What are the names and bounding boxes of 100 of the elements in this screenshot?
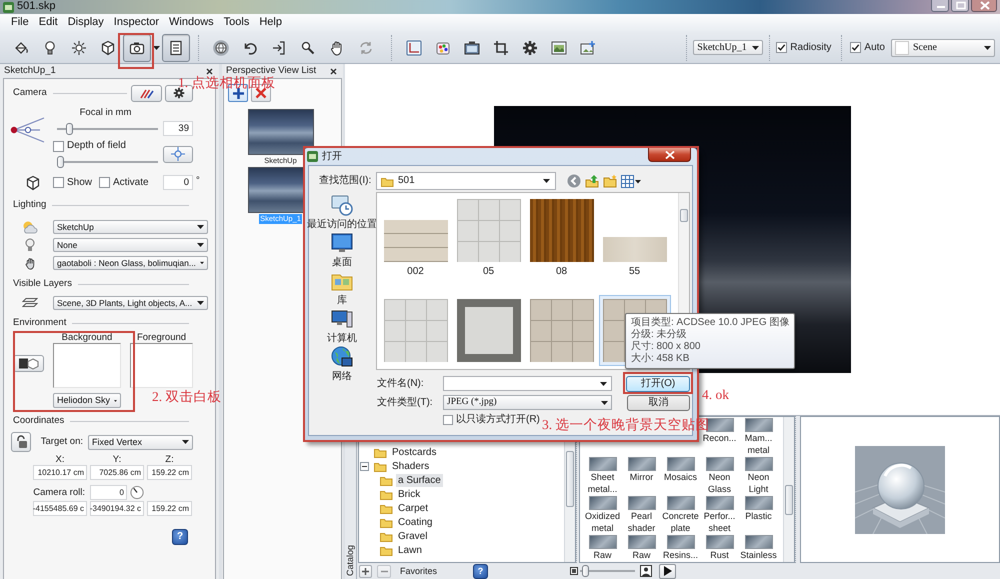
camera-button[interactable]	[123, 34, 151, 62]
close-button[interactable]	[205, 66, 214, 76]
close-button[interactable]	[971, 0, 997, 12]
read-only-checkbox[interactable]	[443, 414, 453, 424]
material-thumbnail[interactable]	[588, 457, 616, 471]
material-thumbnail[interactable]	[744, 418, 772, 432]
roll-field[interactable]: 0	[90, 485, 127, 500]
catalog-tab[interactable]: Catalog	[345, 544, 356, 576]
lighting-dropdown[interactable]: None	[53, 238, 208, 252]
focal-field[interactable]: 39	[163, 121, 193, 136]
tree-item[interactable]: a Surface	[396, 474, 443, 486]
tree-item[interactable]: Postcards	[390, 446, 438, 458]
color-strokes-button[interactable]	[131, 84, 162, 102]
menu-item[interactable]: Edit	[34, 15, 62, 31]
coordinate-field[interactable]: 7025.86 cm	[90, 465, 144, 480]
tree-item[interactable]: Lawn	[396, 544, 424, 556]
material-thumbnail[interactable]	[706, 457, 734, 471]
material-thumbnail[interactable]	[588, 496, 616, 510]
scrollbar[interactable]	[783, 417, 794, 562]
menu-item[interactable]: Help	[255, 15, 286, 31]
material-thumbnail[interactable]	[666, 457, 694, 471]
scrollbar-thumb[interactable]	[785, 485, 793, 515]
menu-item[interactable]: Inspector	[110, 15, 164, 31]
material-thumbnail[interactable]	[744, 535, 772, 549]
material-thumbnail[interactable]	[744, 457, 772, 471]
panel-button[interactable]	[162, 34, 190, 62]
cancel-button[interactable]: 取消	[627, 394, 690, 410]
add-favorite-button[interactable]	[359, 564, 372, 578]
view-thumbnail[interactable]	[248, 109, 314, 155]
material-thumbnail[interactable]	[706, 496, 734, 510]
activate-checkbox[interactable]	[99, 177, 110, 188]
scrollbar-thumb[interactable]	[680, 209, 688, 222]
maximize-button[interactable]	[951, 0, 969, 12]
auto-checkbox[interactable]	[850, 42, 862, 53]
help-button[interactable]: ?	[473, 564, 488, 578]
material-thumbnail[interactable]	[628, 496, 656, 510]
background-slot[interactable]	[53, 343, 121, 388]
file-type-dropdown[interactable]: JPEG (*.jpg)	[443, 395, 612, 410]
menu-item[interactable]: Tools	[220, 15, 254, 31]
depth-of-field-checkbox[interactable]	[53, 140, 64, 152]
material-thumbnail[interactable]	[628, 535, 656, 549]
lighting-dropdown[interactable]: gaotaboli : Neon Glass, bolimuqian...	[53, 256, 208, 270]
view-menu-icon[interactable]	[621, 174, 641, 188]
place-link[interactable]: 最近访问的位置	[307, 193, 377, 231]
coordinate-field[interactable]: 159.22 cm	[147, 465, 192, 480]
file-name-field[interactable]	[443, 376, 612, 391]
place-link[interactable]: 桌面	[330, 231, 354, 269]
play-button[interactable]	[659, 564, 676, 578]
layers-dropdown[interactable]: Scene, 3D Plants, Light objects, A...	[53, 296, 208, 310]
texture-thumbnail[interactable]	[530, 299, 594, 362]
menu-item[interactable]: File	[7, 15, 33, 31]
coordinate-field[interactable]: -4155485.69 c	[33, 501, 87, 516]
slider-thumb[interactable]	[582, 565, 590, 577]
texture-thumbnail[interactable]	[456, 199, 520, 262]
angle-field[interactable]: 0	[163, 175, 193, 190]
menu-item[interactable]: Display	[64, 15, 108, 31]
scene-dropdown[interactable]: Scene	[891, 38, 995, 56]
open-button[interactable]: 打开(O)	[626, 376, 690, 392]
place-link[interactable]: 库	[330, 269, 354, 307]
slider-thumb[interactable]	[66, 123, 74, 135]
help-button[interactable]: ?	[172, 529, 188, 545]
texture-thumbnail[interactable]	[602, 237, 666, 262]
texture-thumbnail[interactable]	[456, 299, 520, 362]
texture-thumbnail[interactable]	[384, 220, 448, 262]
coordinate-field[interactable]: 10210.17 cm	[33, 465, 87, 480]
lock-button[interactable]	[11, 432, 31, 452]
dial-icon[interactable]	[130, 485, 144, 500]
texture-thumbnail[interactable]	[530, 199, 594, 262]
menu-item[interactable]: Windows	[165, 15, 218, 31]
target-dropdown[interactable]: Fixed Vertex	[88, 434, 193, 450]
up-folder-icon[interactable]	[585, 174, 599, 188]
material-thumbnail[interactable]	[706, 535, 734, 549]
environment-button[interactable]	[13, 355, 44, 372]
close-button[interactable]	[329, 66, 338, 76]
tree-item[interactable]: Brick	[396, 488, 422, 500]
place-link[interactable]: 网络	[330, 345, 354, 383]
look-in-dropdown[interactable]: 501	[376, 172, 556, 190]
material-thumbnail[interactable]	[628, 457, 656, 471]
minimize-button[interactable]	[931, 0, 949, 12]
lighting-dropdown[interactable]: SketchUp	[53, 220, 208, 234]
back-icon[interactable]	[567, 174, 581, 188]
scrollbar-thumb[interactable]	[566, 451, 574, 507]
show-checkbox[interactable]	[53, 177, 64, 188]
slider-thumb[interactable]	[57, 156, 64, 168]
coordinate-field[interactable]: 159.22 cm	[147, 501, 192, 516]
new-folder-icon[interactable]	[603, 174, 617, 188]
view-dropdown[interactable]: SketchUp_1	[693, 40, 764, 55]
tree-item[interactable]: Coating	[396, 516, 434, 528]
background-type-dropdown[interactable]: Heliodon Sky	[53, 393, 121, 408]
coordinate-field[interactable]: -3490194.32 c	[90, 501, 144, 516]
crosshair-button[interactable]	[163, 146, 193, 162]
minus-box-icon[interactable]	[360, 462, 369, 470]
tree-item[interactable]: Carpet	[396, 502, 430, 514]
place-link[interactable]: 计算机	[327, 307, 357, 345]
material-thumbnail[interactable]	[666, 496, 694, 510]
material-thumbnail[interactable]	[666, 535, 694, 549]
foreground-slot[interactable]	[130, 343, 193, 388]
texture-thumbnail[interactable]	[384, 299, 448, 362]
material-thumbnail[interactable]	[744, 496, 772, 510]
radiosity-checkbox[interactable]	[776, 42, 788, 53]
